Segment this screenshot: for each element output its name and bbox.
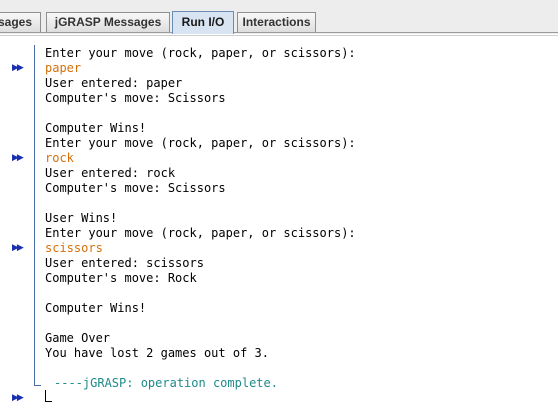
input-line-marker-icon: ▶▶ <box>12 243 24 253</box>
text-cursor <box>45 390 52 402</box>
input-line-marker-icon: ▶▶ <box>12 153 24 163</box>
console-output-line: Computer Wins! <box>45 301 147 315</box>
console-output-line: Computer Wins! <box>45 121 147 135</box>
run-session-bracket <box>34 45 41 386</box>
console-output-line: Enter your move (rock, paper, or scissor… <box>45 136 356 150</box>
console-output-line: You have lost 2 games out of 3. <box>45 346 269 360</box>
console-output-line: User Wins! <box>45 211 118 225</box>
console-input-line: paper <box>45 61 82 75</box>
tab-bar-divider <box>0 32 558 33</box>
console-output-line: Computer's move: Scissors <box>45 91 226 105</box>
tab-jgrasp-messages[interactable]: jGRASP Messages <box>46 12 170 32</box>
console-output-line: Enter your move (rock, paper, or scissor… <box>45 46 356 60</box>
console-output-line: Computer's move: Rock <box>45 271 197 285</box>
console-output-line: Game Over <box>45 331 111 345</box>
console-output-line: User entered: paper <box>45 76 183 90</box>
input-line-marker-icon: ▶▶ <box>12 63 24 73</box>
console-output-line: Enter your move (rock, paper, or scissor… <box>45 226 356 240</box>
message-tab-bar: sages jGRASP Messages Interactions Run I… <box>0 0 558 34</box>
operation-status-line: ----jGRASP: operation complete. <box>54 376 278 390</box>
run-io-console[interactable]: Enter your move (rock, paper, or scissor… <box>0 35 558 415</box>
console-output-line: Computer's move: Scissors <box>45 181 226 195</box>
tab-run-io[interactable]: Run I/O <box>172 11 234 34</box>
tab-interactions[interactable]: Interactions <box>237 12 316 32</box>
tab-compile-messages[interactable]: sages <box>0 12 41 32</box>
jgrasp-window: sages jGRASP Messages Interactions Run I… <box>0 0 558 415</box>
console-input-line: scissors <box>45 241 103 255</box>
console-output-line: User entered: scissors <box>45 256 204 270</box>
input-line-marker-icon: ▶▶ <box>12 393 24 403</box>
console-input-line: rock <box>45 151 74 165</box>
console-output-line: User entered: rock <box>45 166 176 180</box>
